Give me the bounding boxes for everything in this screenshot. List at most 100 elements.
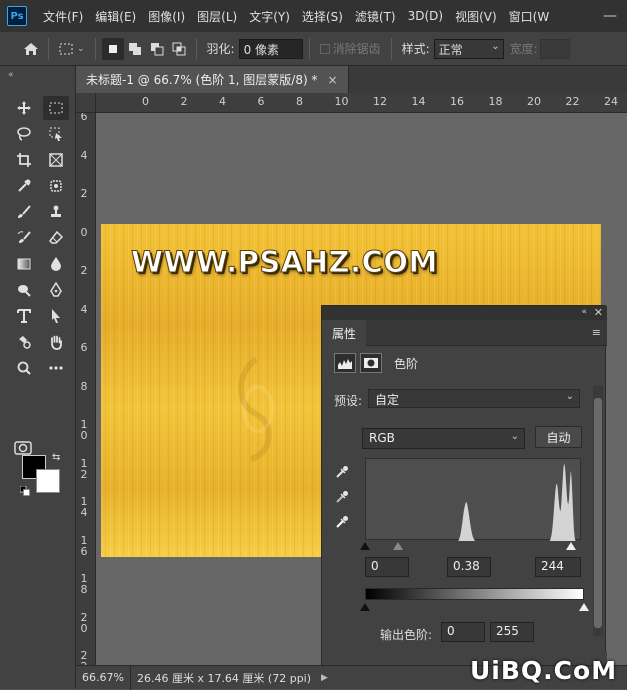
input-gamma-field[interactable]: 0.38 — [447, 557, 491, 577]
output-black-slider-handle[interactable] — [360, 603, 370, 611]
collapse-icon[interactable]: « — [8, 70, 14, 80]
levels-adjustment-icon[interactable] — [334, 353, 356, 373]
collapse-panel-icon[interactable]: « — [581, 307, 587, 317]
pen-tool-icon[interactable] — [43, 278, 69, 302]
menu-type[interactable]: 文字(Y) — [243, 8, 296, 25]
menu-image[interactable]: 图像(I) — [142, 8, 191, 25]
clone-stamp-tool-icon[interactable] — [43, 200, 69, 224]
input-black-field[interactable]: 0 — [365, 557, 409, 577]
lasso-tool-icon[interactable] — [11, 122, 37, 146]
menu-select[interactable]: 选择(S) — [296, 8, 349, 25]
ruler-v-label: 16 — [80, 533, 88, 558]
canvas-title-text: WWW.PSAHZ.COM — [131, 245, 438, 280]
adjustment-header: 色阶 — [334, 353, 418, 373]
rectangular-marquee-preset-icon[interactable] — [55, 38, 77, 60]
menu-file[interactable]: 文件(F) — [37, 8, 89, 25]
black-point-eyedropper-icon[interactable] — [333, 463, 351, 481]
input-black-slider-handle[interactable] — [360, 542, 370, 550]
chevron-down-icon: ⌄ — [565, 391, 574, 402]
crop-tool-icon[interactable] — [11, 148, 37, 172]
panel-menu-icon[interactable]: ≡ — [592, 326, 601, 339]
more-tools-icon[interactable] — [43, 356, 69, 380]
type-tool-icon[interactable] — [11, 304, 37, 328]
shape-tool-icon[interactable] — [11, 330, 37, 354]
input-levels-slider[interactable] — [360, 542, 585, 554]
output-black-field[interactable]: 0 — [441, 622, 485, 642]
histogram-area — [366, 463, 582, 541]
ruler-h-label: 18 — [488, 95, 503, 108]
channel-select[interactable]: RGB ⌄ — [362, 428, 525, 449]
document-tab-bar: 未标题-1 @ 66.7% (色阶 1, 图层蒙版/8) * × — [76, 66, 627, 93]
minimize-button[interactable]: — — [593, 8, 627, 24]
ruler-v-label: 18 — [80, 572, 88, 596]
layer-mask-icon[interactable] — [360, 353, 382, 373]
ruler-h-label: 8 — [296, 95, 303, 108]
frame-tool-icon[interactable] — [43, 148, 69, 172]
zoom-tool-icon[interactable] — [11, 356, 37, 380]
preset-select[interactable]: 自定 ⌄ — [368, 389, 580, 408]
ruler-h-label: 14 — [411, 95, 426, 108]
blur-tool-icon[interactable] — [43, 252, 69, 276]
gradient-tool-icon[interactable] — [11, 252, 37, 276]
watermark: UiBQ.CoM — [470, 656, 618, 685]
object-selection-tool-icon[interactable] — [43, 122, 69, 146]
intersect-selection-icon[interactable] — [168, 38, 190, 60]
preset-value: 自定 — [375, 393, 400, 407]
output-gradient-bar — [365, 588, 584, 600]
subtract-from-selection-icon[interactable] — [146, 38, 168, 60]
antialias-label: 消除锯齿 — [332, 42, 381, 56]
new-selection-icon[interactable] — [101, 37, 124, 60]
menu-layer[interactable]: 图层(L) — [191, 8, 243, 25]
document-tab-title: 未标题-1 @ 66.7% (色阶 1, 图层蒙版/8) * — [86, 73, 318, 87]
home-icon[interactable] — [20, 38, 42, 60]
chevron-down-icon[interactable]: ⌄ — [77, 44, 85, 54]
wood-knot-decoration — [238, 356, 274, 462]
menu-view[interactable]: 视图(V) — [449, 8, 503, 25]
zoom-level[interactable]: 66.67% — [76, 665, 131, 690]
ruler-v-label: 2 — [80, 264, 88, 277]
quick-mask-mode-icon[interactable] — [13, 440, 33, 456]
history-brush-tool-icon[interactable] — [11, 226, 37, 250]
input-gamma-slider-handle[interactable] — [393, 542, 404, 550]
status-menu-arrow-icon[interactable]: ▶ — [321, 673, 328, 683]
path-selection-tool-icon[interactable] — [43, 304, 69, 328]
chevron-down-icon: ⌄ — [491, 40, 500, 52]
close-icon[interactable]: × — [327, 73, 337, 87]
eraser-tool-icon[interactable] — [43, 226, 69, 250]
background-color-swatch[interactable] — [36, 469, 60, 493]
style-select[interactable]: 正常 ⌄ — [433, 38, 504, 59]
patch-tool-icon[interactable] — [43, 174, 69, 198]
output-levels-slider[interactable] — [360, 603, 589, 615]
document-tab[interactable]: 未标题-1 @ 66.7% (色阶 1, 图层蒙版/8) * × — [76, 66, 349, 93]
menu-window[interactable]: 窗口(W — [503, 8, 556, 25]
default-colors-icon[interactable] — [19, 485, 30, 496]
hand-tool-icon[interactable] — [43, 330, 69, 354]
white-point-eyedropper-icon[interactable] — [333, 513, 351, 531]
input-white-field[interactable]: 244 — [535, 557, 581, 577]
input-white-slider-handle[interactable] — [565, 542, 576, 550]
panel-scrollbar-thumb[interactable] — [594, 398, 602, 628]
swap-colors-icon[interactable]: ⇆ — [52, 452, 60, 463]
histogram-graph — [366, 463, 582, 541]
add-to-selection-icon[interactable] — [124, 38, 146, 60]
menu-3d[interactable]: 3D(D) — [402, 9, 449, 23]
menu-filter[interactable]: 滤镜(T) — [349, 8, 402, 25]
output-white-field[interactable]: 255 — [490, 622, 534, 642]
auto-button[interactable]: 自动 — [535, 426, 582, 448]
antialias-checkbox: 消除锯齿 — [319, 40, 381, 57]
ruler-h-label: 2 — [180, 95, 188, 108]
tab-properties[interactable]: 属性 — [322, 320, 367, 346]
menu-edit[interactable]: 编辑(E) — [89, 8, 142, 25]
vertical-ruler: 6420246810121416182022 — [76, 113, 96, 665]
brush-tool-icon[interactable] — [11, 200, 37, 224]
dodge-tool-icon[interactable] — [11, 278, 37, 302]
move-tool-icon[interactable] — [11, 96, 37, 120]
eyedropper-tool-icon[interactable] — [11, 174, 37, 198]
rectangular-marquee-tool-icon[interactable] — [43, 96, 69, 120]
close-panel-icon[interactable]: ✕ — [594, 306, 603, 319]
feather-input[interactable]: 0 像素 — [238, 38, 303, 59]
gray-point-eyedropper-icon[interactable] — [333, 488, 351, 506]
output-white-slider-handle[interactable] — [579, 603, 589, 611]
ruler-v-label: 4 — [80, 302, 88, 316]
panel-tab-row: 属性 ≡ — [322, 320, 607, 346]
